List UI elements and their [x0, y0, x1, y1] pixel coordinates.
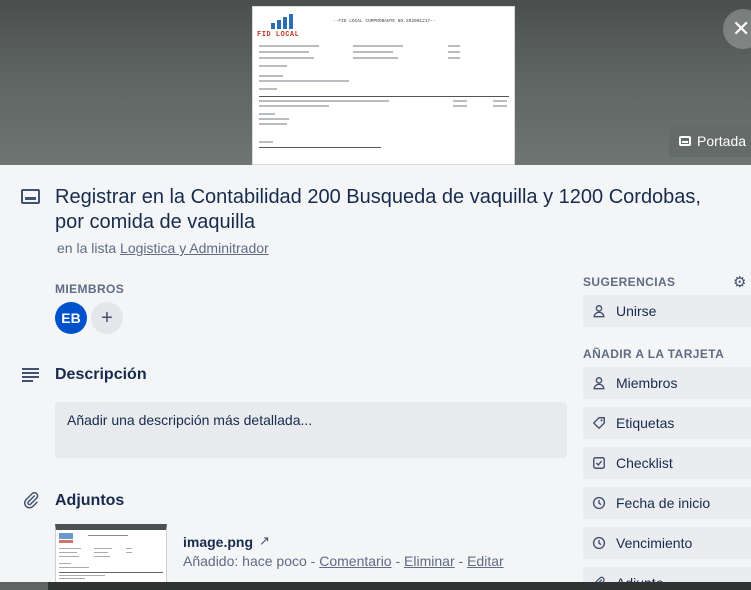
document-logo: FID LOCAL — [257, 13, 301, 41]
due-date-button-label: Vencimiento — [616, 535, 693, 551]
edit-link[interactable]: Editar — [467, 553, 504, 569]
cover-button-label: Portada — [697, 133, 747, 149]
list-link[interactable]: Logistica y Adminitrador — [120, 240, 269, 256]
description-heading: Descripción — [55, 366, 147, 383]
delete-link[interactable]: Eliminar — [404, 553, 455, 569]
checklist-button-label: Checklist — [616, 455, 673, 471]
cover-button[interactable]: Portada — [669, 125, 751, 157]
document-brand: FID LOCAL — [257, 31, 300, 39]
clock-icon — [592, 496, 606, 510]
attachment-name[interactable]: image.png — [183, 534, 253, 550]
person-icon — [593, 377, 605, 390]
horizontal-scrollbar[interactable] — [0, 582, 751, 590]
start-date-button[interactable]: Fecha de inicio — [583, 487, 751, 519]
description-input[interactable]: Añadir una descripción más detallada... — [55, 402, 567, 458]
attachment-thumbnail[interactable] — [55, 524, 167, 590]
attachment-meta: Añadido: hace poco - Comentario - Elimin… — [183, 553, 504, 569]
join-button[interactable]: Unirse — [583, 295, 751, 327]
gear-icon[interactable]: ⚙ — [733, 273, 746, 291]
labels-button-label: Etiquetas — [616, 415, 675, 431]
cover-icon — [679, 136, 691, 146]
clock-icon — [592, 536, 606, 550]
start-date-button-label: Fecha de inicio — [616, 495, 711, 511]
document-heading: --FID LOCAL COMPROBANTE NO.202001217-- — [333, 19, 436, 24]
paperclip-icon — [23, 491, 39, 509]
attachment-added-text: Añadido: hace poco — [183, 553, 307, 569]
tag-icon — [593, 417, 605, 429]
suggestions-label: SUGERENCIAS — [583, 275, 676, 289]
members-button-label: Miembros — [616, 375, 678, 391]
checkbox-icon — [593, 457, 605, 469]
comment-link[interactable]: Comentario — [319, 553, 391, 569]
members-label: MIEMBROS — [55, 282, 125, 296]
plus-icon: + — [101, 306, 113, 329]
avatar[interactable]: EB — [55, 302, 87, 334]
separator: - — [454, 553, 468, 569]
close-icon: ✕ — [732, 16, 751, 41]
separator: - — [391, 553, 405, 569]
card-title[interactable]: Registrar en la Contabilidad 200 Busqued… — [55, 185, 725, 235]
card-cover: FID LOCAL --FID LOCAL COMPROBANTE NO.202… — [0, 0, 751, 165]
open-external-icon[interactable]: ↗ — [259, 533, 270, 549]
attachments-heading: Adjuntos — [55, 492, 125, 509]
person-icon — [593, 305, 605, 318]
list-breadcrumb: en la lista Logistica y Adminitrador — [57, 240, 269, 256]
add-to-card-label: AÑADIR A LA TARJETA — [583, 347, 725, 361]
description-icon — [22, 368, 39, 382]
in-list-prefix: en la lista — [57, 240, 117, 256]
close-button[interactable]: ✕ — [723, 9, 751, 49]
members-button[interactable]: Miembros — [583, 367, 751, 399]
separator: - — [306, 553, 320, 569]
card-icon — [21, 189, 40, 204]
cover-image[interactable]: FID LOCAL --FID LOCAL COMPROBANTE NO.202… — [252, 6, 515, 165]
due-date-button[interactable]: Vencimiento — [583, 527, 751, 559]
join-label: Unirse — [616, 303, 657, 319]
labels-button[interactable]: Etiquetas — [583, 407, 751, 439]
checklist-button[interactable]: Checklist — [583, 447, 751, 479]
add-member-button[interactable]: + — [91, 302, 123, 334]
